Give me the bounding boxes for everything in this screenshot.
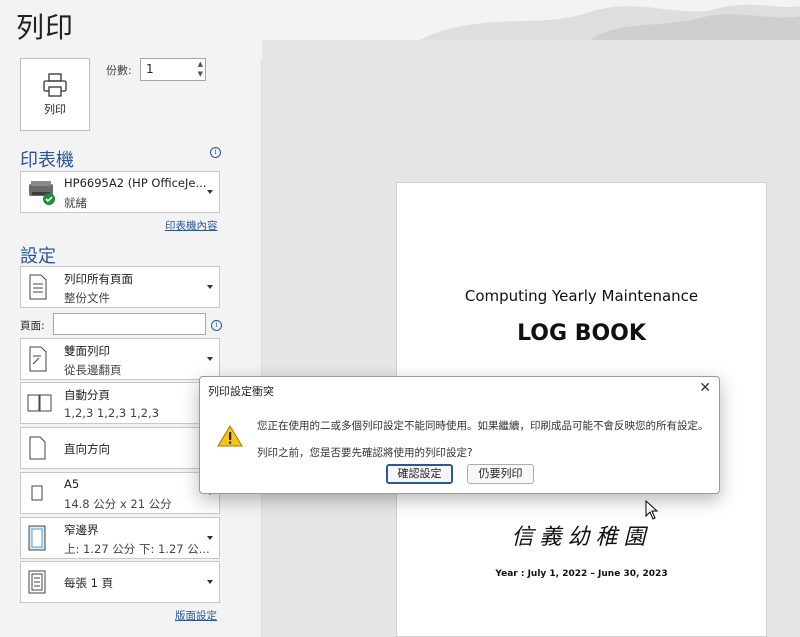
print-conflict-dialog: 列印設定衝突 ✕ 您正在使用的二或多個列印設定不能同時使用。如果繼續，印刷成品可…: [199, 376, 720, 494]
orientation-dropdown[interactable]: 直向方向: [20, 427, 220, 469]
header-decoration: [420, 4, 800, 40]
warning-icon: [217, 425, 243, 447]
paper-size-label: A5: [64, 477, 80, 491]
preview-subtitle: Computing Yearly Maintenance: [464, 287, 699, 305]
print-button-label: 列印: [44, 102, 66, 116]
printer-status: 就緒: [64, 196, 87, 210]
info-icon[interactable]: i: [210, 147, 221, 158]
preview-calligraphy: 信義幼稚園: [511, 525, 652, 550]
print-anyway-button[interactable]: 仍要列印: [467, 464, 534, 484]
close-icon[interactable]: ✕: [699, 380, 711, 396]
preview-title: LOG BOOK: [517, 321, 646, 346]
collate-detail: 1,2,3 1,2,3 1,2,3: [64, 406, 160, 420]
spin-down-icon[interactable]: ▼: [198, 69, 203, 79]
chevron-down-icon: [207, 580, 213, 584]
margins-label: 窄邊界: [64, 523, 99, 537]
print-range-detail: 整份文件: [64, 291, 110, 305]
chevron-down-icon: [207, 536, 213, 540]
spin-up-icon[interactable]: ▲: [198, 59, 203, 69]
document-pages-icon: [29, 274, 47, 300]
paper-size-icon: [31, 485, 43, 501]
duplex-dropdown[interactable]: 雙面列印 從長邊翻頁: [20, 338, 220, 380]
paper-size-dropdown[interactable]: A5 14.8 公分 x 21 公分: [20, 472, 220, 514]
dialog-message: 您正在使用的二或多個列印設定不能同時使用。如果繼續，印刷成品可能不會反映您的所有…: [257, 420, 709, 432]
copies-value: 1: [146, 62, 154, 76]
dialog-question: 列印之前，您是否要先確認將使用的列印設定?: [257, 447, 473, 459]
margins-dropdown[interactable]: 窄邊界 上: 1.27 公分 下: 1.27 公...: [20, 517, 220, 559]
pages-per-sheet-label: 每張 1 頁: [64, 576, 114, 590]
print-range-label: 列印所有頁面: [64, 272, 133, 286]
info-icon[interactable]: i: [211, 320, 222, 331]
printer-device-icon: [29, 181, 55, 205]
page-title: 列印: [16, 11, 75, 44]
duplex-page-icon: [29, 346, 47, 372]
pages-label: 頁面:: [20, 320, 45, 332]
print-range-dropdown[interactable]: 列印所有頁面 整份文件: [20, 266, 220, 308]
chevron-down-icon: [207, 190, 213, 194]
printer-icon: [43, 72, 67, 97]
printer-name: HP6695A2 (HP OfficeJe...: [64, 176, 207, 190]
duplex-label: 雙面列印: [64, 344, 110, 358]
settings-heading: 設定: [20, 246, 56, 267]
duplex-detail: 從長邊翻頁: [64, 363, 122, 377]
pane-divider: [261, 60, 262, 637]
printer-dropdown[interactable]: HP6695A2 (HP OfficeJe... 就緒: [20, 171, 220, 213]
page-setup-link[interactable]: 版面設定: [175, 608, 217, 623]
dialog-title: 列印設定衝突: [208, 385, 274, 398]
copies-spinner[interactable]: ▲ ▼: [198, 59, 203, 79]
print-button[interactable]: 列印: [20, 58, 90, 131]
collate-icon: [27, 394, 52, 412]
pages-per-sheet-dropdown[interactable]: 每張 1 頁: [20, 561, 220, 603]
collate-label: 自動分頁: [64, 388, 110, 402]
printer-properties-link[interactable]: 印表機內容: [165, 218, 218, 233]
orientation-label: 直向方向: [64, 442, 110, 456]
copies-label: 份數:: [106, 64, 132, 77]
mouse-cursor-icon: [645, 500, 659, 520]
portrait-page-icon: [29, 436, 46, 460]
chevron-down-icon: [207, 357, 213, 361]
printer-heading: 印表機: [20, 150, 74, 171]
preview-year: Year : July 1, 2022 – June 30, 2023: [495, 569, 668, 579]
pages-input[interactable]: [53, 313, 206, 335]
confirm-settings-button[interactable]: 確認設定: [386, 464, 453, 484]
margins-icon: [28, 525, 46, 551]
margins-detail: 上: 1.27 公分 下: 1.27 公...: [64, 542, 210, 556]
pages-per-sheet-icon: [28, 570, 46, 594]
collate-dropdown[interactable]: 自動分頁 1,2,3 1,2,3 1,2,3: [20, 382, 220, 424]
copies-input[interactable]: 1 ▲ ▼: [140, 58, 206, 81]
paper-size-detail: 14.8 公分 x 21 公分: [64, 497, 172, 511]
chevron-down-icon: [207, 285, 213, 289]
